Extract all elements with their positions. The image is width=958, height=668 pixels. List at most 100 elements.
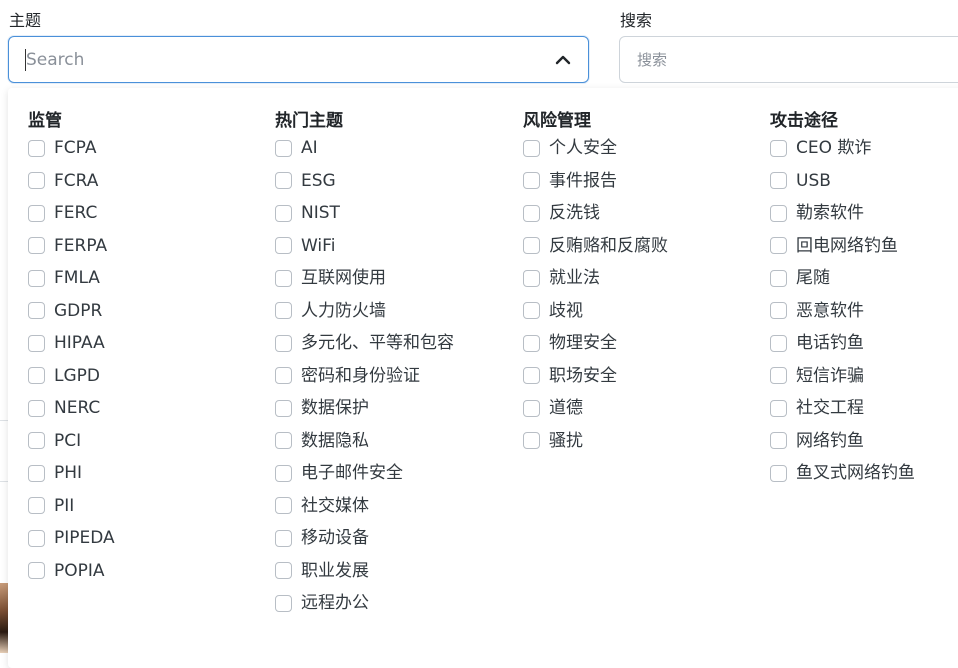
option-checkbox[interactable] xyxy=(523,334,540,352)
option-checkbox[interactable] xyxy=(28,204,45,222)
option-checkbox[interactable] xyxy=(770,334,787,352)
option-checkbox[interactable] xyxy=(523,432,540,450)
topic-option[interactable]: 互联网使用 xyxy=(275,262,454,295)
topic-option[interactable]: 骚扰 xyxy=(523,425,668,458)
topic-option[interactable]: 反洗钱 xyxy=(523,197,668,230)
option-checkbox[interactable] xyxy=(275,464,292,482)
topic-option[interactable]: NIST xyxy=(275,197,454,230)
option-checkbox[interactable] xyxy=(770,367,787,385)
topic-search-input[interactable] xyxy=(25,49,525,71)
topic-option[interactable]: 恶意软件 xyxy=(770,295,915,328)
topic-option[interactable]: POPIA xyxy=(28,555,115,588)
option-checkbox[interactable] xyxy=(770,269,787,287)
option-checkbox[interactable] xyxy=(28,529,45,547)
option-checkbox[interactable] xyxy=(275,334,292,352)
option-checkbox[interactable] xyxy=(28,237,45,255)
option-checkbox[interactable] xyxy=(28,139,45,157)
option-checkbox[interactable] xyxy=(28,172,45,190)
option-checkbox[interactable] xyxy=(275,302,292,320)
topic-option[interactable]: 歧视 xyxy=(523,295,668,328)
topic-option[interactable]: USB xyxy=(770,165,915,198)
topic-option[interactable]: HIPAA xyxy=(28,327,115,360)
option-checkbox[interactable] xyxy=(523,172,540,190)
option-checkbox[interactable] xyxy=(523,139,540,157)
topic-option[interactable]: GDPR xyxy=(28,295,115,328)
topic-option[interactable]: 鱼叉式网络钓鱼 xyxy=(770,457,915,490)
topic-select[interactable] xyxy=(8,36,589,83)
topic-option[interactable]: PII xyxy=(28,490,115,523)
topic-option[interactable]: FERC xyxy=(28,197,115,230)
topic-option[interactable]: 网络钓鱼 xyxy=(770,425,915,458)
option-checkbox[interactable] xyxy=(275,497,292,515)
option-checkbox[interactable] xyxy=(275,269,292,287)
option-checkbox[interactable] xyxy=(523,302,540,320)
topic-option[interactable]: 个人安全 xyxy=(523,132,668,165)
option-checkbox[interactable] xyxy=(523,269,540,287)
topic-option[interactable]: FCRA xyxy=(28,165,115,198)
topic-option[interactable]: 事件报告 xyxy=(523,165,668,198)
option-checkbox[interactable] xyxy=(523,237,540,255)
option-checkbox[interactable] xyxy=(28,562,45,580)
option-checkbox[interactable] xyxy=(275,139,292,157)
option-checkbox[interactable] xyxy=(28,269,45,287)
topic-option[interactable]: 社交工程 xyxy=(770,392,915,425)
topic-option[interactable]: 电子邮件安全 xyxy=(275,457,454,490)
option-checkbox[interactable] xyxy=(28,432,45,450)
option-checkbox[interactable] xyxy=(275,399,292,417)
option-checkbox[interactable] xyxy=(770,432,787,450)
option-checkbox[interactable] xyxy=(275,562,292,580)
option-checkbox[interactable] xyxy=(275,529,292,547)
option-checkbox[interactable] xyxy=(28,497,45,515)
topic-option[interactable]: 反贿赂和反腐败 xyxy=(523,230,668,263)
topic-option[interactable]: 职场安全 xyxy=(523,360,668,393)
option-checkbox[interactable] xyxy=(770,302,787,320)
option-checkbox[interactable] xyxy=(275,204,292,222)
option-checkbox[interactable] xyxy=(770,172,787,190)
topic-option[interactable]: 多元化、平等和包容 xyxy=(275,327,454,360)
topic-option[interactable]: 远程办公 xyxy=(275,587,454,620)
topic-option[interactable]: PIPEDA xyxy=(28,522,115,555)
search-input[interactable] xyxy=(635,49,935,71)
topic-option[interactable]: 勒索软件 xyxy=(770,197,915,230)
topic-option[interactable]: 移动设备 xyxy=(275,522,454,555)
option-checkbox[interactable] xyxy=(275,594,292,612)
topic-option[interactable]: 密码和身份验证 xyxy=(275,360,454,393)
topic-option[interactable]: CEO 欺诈 xyxy=(770,132,915,165)
topic-option[interactable]: 人力防火墙 xyxy=(275,295,454,328)
option-checkbox[interactable] xyxy=(770,237,787,255)
topic-option[interactable]: 电话钓鱼 xyxy=(770,327,915,360)
option-checkbox[interactable] xyxy=(770,399,787,417)
topic-option[interactable]: 数据隐私 xyxy=(275,425,454,458)
option-checkbox[interactable] xyxy=(28,464,45,482)
option-checkbox[interactable] xyxy=(275,172,292,190)
search-field[interactable] xyxy=(619,36,958,83)
topic-option[interactable]: ESG xyxy=(275,165,454,198)
topic-option[interactable]: 社交媒体 xyxy=(275,490,454,523)
topic-option[interactable]: 数据保护 xyxy=(275,392,454,425)
topic-option[interactable]: FCPA xyxy=(28,132,115,165)
option-checkbox[interactable] xyxy=(28,302,45,320)
topic-option[interactable]: 回电网络钓鱼 xyxy=(770,230,915,263)
topic-option[interactable]: 职业发展 xyxy=(275,555,454,588)
topic-option[interactable]: 物理安全 xyxy=(523,327,668,360)
chevron-up-icon[interactable] xyxy=(554,51,572,69)
option-checkbox[interactable] xyxy=(28,399,45,417)
option-checkbox[interactable] xyxy=(28,367,45,385)
topic-option[interactable]: NERC xyxy=(28,392,115,425)
topic-option[interactable]: FMLA xyxy=(28,262,115,295)
topic-option[interactable]: FERPA xyxy=(28,230,115,263)
option-checkbox[interactable] xyxy=(28,334,45,352)
option-checkbox[interactable] xyxy=(275,432,292,450)
option-checkbox[interactable] xyxy=(770,204,787,222)
option-checkbox[interactable] xyxy=(523,204,540,222)
option-checkbox[interactable] xyxy=(770,139,787,157)
topic-option[interactable]: 就业法 xyxy=(523,262,668,295)
option-checkbox[interactable] xyxy=(275,367,292,385)
topic-option[interactable]: LGPD xyxy=(28,360,115,393)
topic-option[interactable]: 短信诈骗 xyxy=(770,360,915,393)
topic-option[interactable]: 尾随 xyxy=(770,262,915,295)
option-checkbox[interactable] xyxy=(770,464,787,482)
topic-option[interactable]: PCI xyxy=(28,425,115,458)
topic-option[interactable]: WiFi xyxy=(275,230,454,263)
topic-option[interactable]: PHI xyxy=(28,457,115,490)
